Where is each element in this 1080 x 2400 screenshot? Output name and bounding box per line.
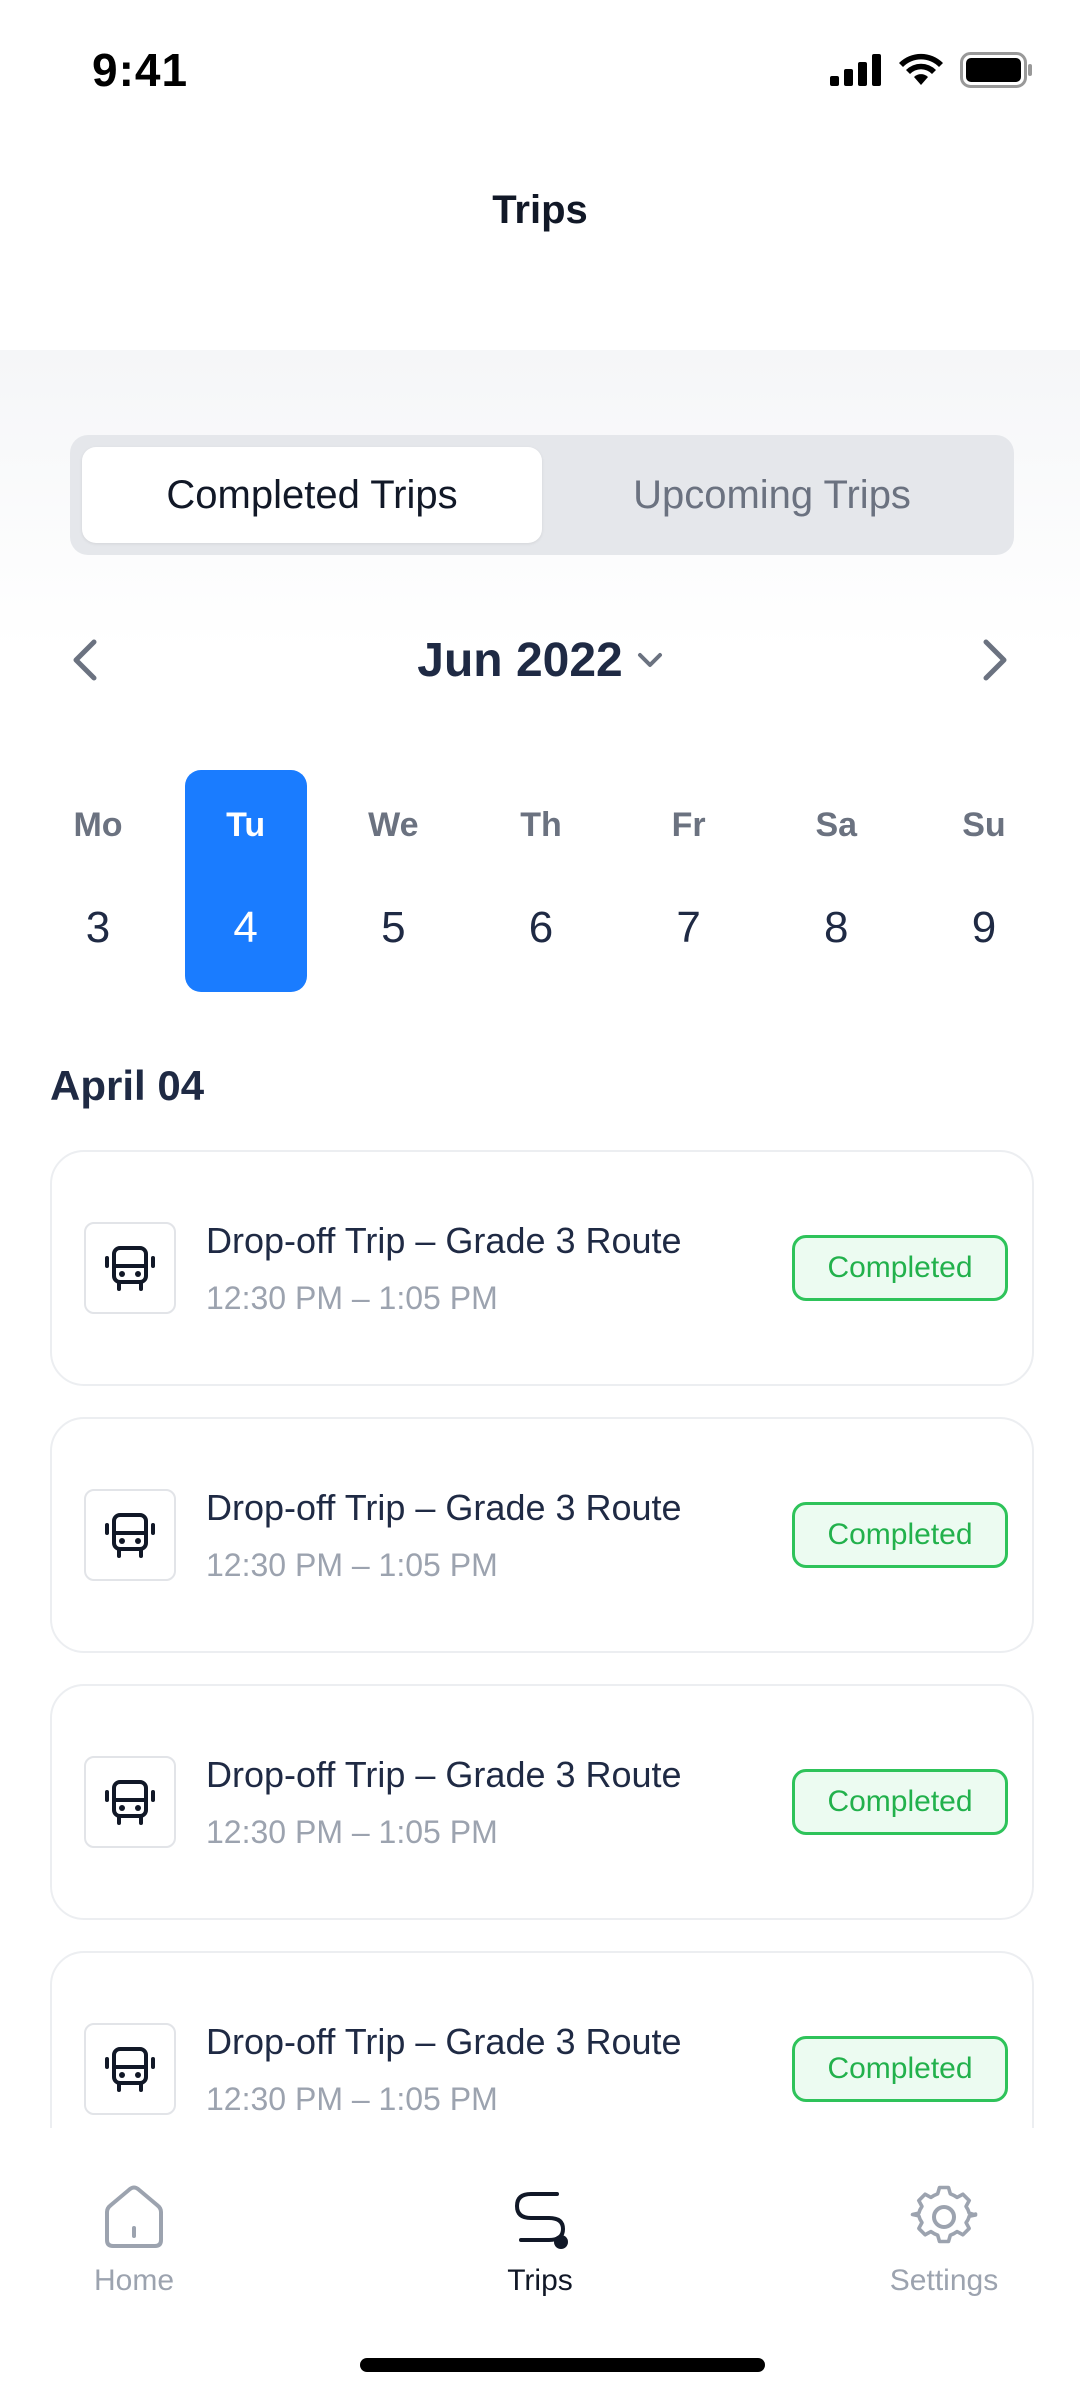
trip-time: 12:30 PM – 1:05 PM <box>206 2080 498 2117</box>
chevron-down-icon <box>637 653 662 667</box>
day-number: 4 <box>233 903 258 952</box>
bus-icon <box>105 1780 155 1825</box>
trip-icon-box <box>84 1489 176 1581</box>
status-badge: Completed <box>792 1769 1008 1835</box>
home-indicator <box>360 2358 765 2372</box>
trip-title: Drop-off Trip – Grade 3 Route <box>206 1753 682 1795</box>
cellular-signal-icon <box>830 54 881 86</box>
tab-home[interactable]: Home <box>24 2182 244 2322</box>
trip-title: Drop-off Trip – Grade 3 Route <box>206 2020 682 2062</box>
home-icon <box>105 2185 163 2248</box>
week-strip: Mo 3 Tu 4 We 5 Th 6 Fr 7 Sa 8 Su 9 <box>37 770 1045 992</box>
day-monday[interactable]: Mo 3 <box>37 770 159 992</box>
day-number: 8 <box>824 903 849 952</box>
day-number: 5 <box>381 903 406 952</box>
bus-icon <box>105 2047 155 2092</box>
day-name: Sa <box>815 806 858 844</box>
trip-text: Drop-off Trip – Grade 3 Route 12:30 PM –… <box>206 1754 792 1851</box>
trip-icon-box <box>84 1756 176 1848</box>
trip-text: Drop-off Trip – Grade 3 Route 12:30 PM –… <box>206 1487 792 1584</box>
chevron-right-icon <box>983 639 1007 681</box>
wifi-icon <box>899 53 943 85</box>
trips-segmented-control: Completed Trips Upcoming Trips <box>70 435 1014 555</box>
status-time: 9:41 <box>92 44 189 96</box>
day-number: 6 <box>528 903 554 952</box>
day-number: 3 <box>85 903 111 952</box>
previous-month-button[interactable] <box>60 635 110 685</box>
gear-icon <box>910 2185 978 2244</box>
trip-title: Drop-off Trip – Grade 3 Route <box>206 1486 682 1528</box>
route-icon <box>514 2192 568 2249</box>
chevron-left-icon <box>73 639 97 681</box>
bus-icon <box>105 1246 155 1291</box>
day-name: Tu <box>226 806 266 844</box>
tab-trips[interactable]: Trips <box>430 2182 650 2322</box>
trip-text: Drop-off Trip – Grade 3 Route 12:30 PM –… <box>206 1220 792 1317</box>
nav-header: Trips <box>0 140 1080 350</box>
day-number: 9 <box>971 903 997 952</box>
bus-icon <box>105 1513 155 1558</box>
day-name: We <box>368 806 419 844</box>
tab-home-label: Home <box>93 2264 175 2297</box>
trip-title: Drop-off Trip – Grade 3 Route <box>206 1219 682 1261</box>
content-area[interactable]: Completed Trips Upcoming Trips Jun 2022 … <box>0 350 1080 2128</box>
battery-icon <box>960 52 1032 88</box>
trip-card[interactable]: Drop-off Trip – Grade 3 Route 12:30 PM –… <box>50 1951 1034 2128</box>
tab-completed-trips[interactable]: Completed Trips <box>82 447 542 543</box>
trip-card[interactable]: Drop-off Trip – Grade 3 Route 12:30 PM –… <box>50 1150 1034 1386</box>
tab-settings[interactable]: Settings <box>834 2182 1054 2322</box>
month-navigator: Jun 2022 <box>0 595 1080 725</box>
trip-list: Drop-off Trip – Grade 3 Route 12:30 PM –… <box>50 1150 1034 2128</box>
day-name: Fr <box>671 806 706 844</box>
status-badge: Completed <box>792 1235 1008 1301</box>
day-wednesday[interactable]: We 5 <box>332 770 454 992</box>
page-title: Trips <box>492 187 588 232</box>
day-tuesday-selected[interactable]: Tu 4 <box>184 770 307 992</box>
day-name: Su <box>962 806 1006 844</box>
month-picker[interactable]: Jun 2022 <box>417 633 662 688</box>
day-thursday[interactable]: Th 6 <box>480 770 602 992</box>
trip-time: 12:30 PM – 1:05 PM <box>206 1546 498 1583</box>
day-friday[interactable]: Fr 7 <box>628 770 750 992</box>
day-name: Mo <box>73 806 123 844</box>
trip-icon-box <box>84 1222 176 1314</box>
trip-card[interactable]: Drop-off Trip – Grade 3 Route 12:30 PM –… <box>50 1684 1034 1920</box>
month-label: Jun 2022 <box>417 633 623 687</box>
status-badge: Completed <box>792 2036 1008 2102</box>
status-badge: Completed <box>792 1502 1008 1568</box>
tab-trips-label: Trips <box>507 2264 573 2297</box>
tab-upcoming-trips[interactable]: Upcoming Trips <box>542 447 1002 543</box>
day-sunday[interactable]: Su 9 <box>923 770 1045 992</box>
trip-time: 12:30 PM – 1:05 PM <box>206 1813 498 1850</box>
status-icons <box>830 52 1034 88</box>
trip-icon-box <box>84 2023 176 2115</box>
tab-settings-label: Settings <box>889 2264 999 2297</box>
next-month-button[interactable] <box>970 635 1020 685</box>
status-bar: 9:41 <box>0 0 1080 140</box>
day-name: Th <box>520 806 562 844</box>
trip-text: Drop-off Trip – Grade 3 Route 12:30 PM –… <box>206 2021 792 2118</box>
trip-card[interactable]: Drop-off Trip – Grade 3 Route 12:30 PM –… <box>50 1417 1034 1653</box>
trip-time: 12:30 PM – 1:05 PM <box>206 1279 498 1316</box>
day-number: 7 <box>676 903 701 952</box>
section-date-heading: April 04 <box>50 1062 205 1109</box>
day-saturday[interactable]: Sa 8 <box>775 770 897 992</box>
